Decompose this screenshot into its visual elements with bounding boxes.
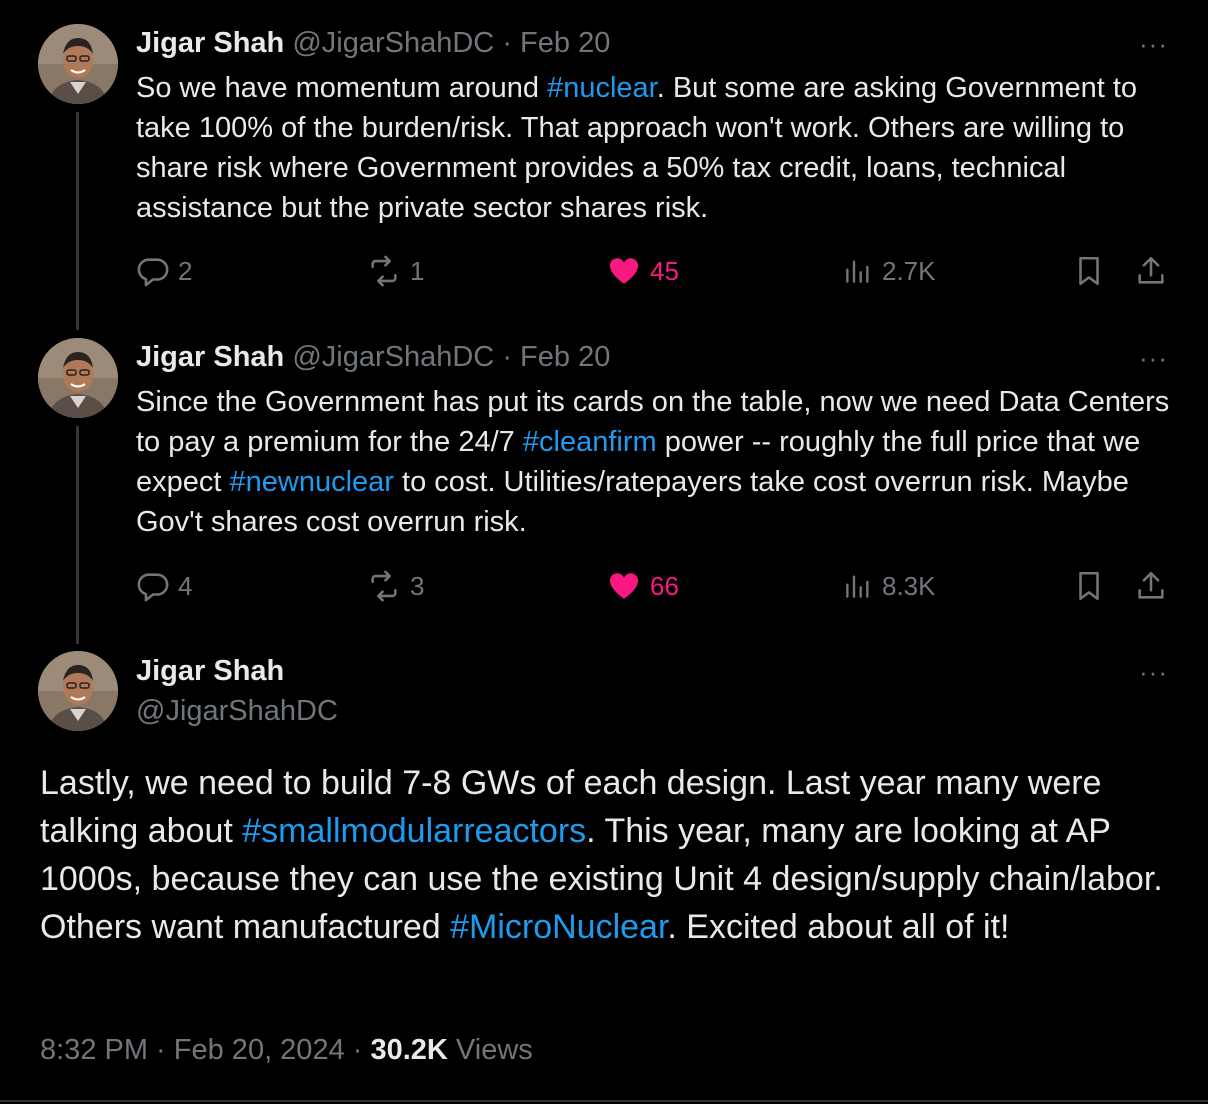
like-button[interactable]: 66 <box>606 566 679 606</box>
display-name[interactable]: Jigar Shah <box>136 341 284 373</box>
separator: · <box>494 27 521 59</box>
avatar[interactable] <box>38 338 118 418</box>
action-bar: 4 3 66 8.3K <box>136 566 1176 606</box>
hashtag-link[interactable]: #MicroNuclear <box>450 908 667 946</box>
reply-icon <box>137 573 169 602</box>
heart-icon <box>609 258 639 284</box>
views-count: 30.2K <box>370 1034 448 1066</box>
repost-icon <box>371 255 397 287</box>
more-icon[interactable]: ··· <box>1139 659 1168 685</box>
tweet-text: Lastly, we need to build 7-8 GWs of each… <box>40 759 1180 951</box>
more-icon[interactable]: ··· <box>1139 345 1168 371</box>
repost-count: 3 <box>410 570 425 601</box>
bookmark-icon <box>1079 571 1099 601</box>
views-count: 2.7K <box>882 255 936 286</box>
avatar[interactable] <box>38 651 118 731</box>
handle[interactable]: @JigarShahDC <box>292 27 494 59</box>
display-name[interactable]: Jigar Shah <box>136 27 284 59</box>
share-icon <box>1138 256 1164 284</box>
views-count: 8.3K <box>882 570 936 601</box>
views-button[interactable]: 8.3K <box>842 566 936 606</box>
separator: · <box>344 1034 371 1066</box>
reply-button[interactable]: 2 <box>136 251 192 291</box>
divider <box>0 1100 1208 1102</box>
hashtag-link[interactable]: #nuclear <box>547 72 657 104</box>
views-label: Views <box>447 1034 533 1066</box>
display-name-text: Jigar Shah <box>136 655 285 687</box>
heart-icon <box>609 573 639 599</box>
bookmark-button[interactable] <box>1072 566 1114 606</box>
views-icon <box>846 260 869 283</box>
like-count: 45 <box>650 255 679 286</box>
tweet-text: Since the Government has put its cards o… <box>136 382 1176 542</box>
bookmark-button[interactable] <box>1072 251 1114 291</box>
display-name[interactable]: Jigar Shah <box>136 654 284 688</box>
avatar[interactable] <box>38 24 118 104</box>
tweet-meta: 8:32 PM · Feb 20, 2024 · 30.2K Views <box>40 1034 533 1067</box>
hashtag-link[interactable]: #newnuclear <box>230 466 394 498</box>
share-button[interactable] <box>1134 566 1176 606</box>
tweet-date[interactable]: Feb 20, 2024 <box>174 1034 345 1066</box>
tweet-header: Jigar Shah @JigarShahDC · Feb 20 <box>136 340 610 374</box>
repost-button[interactable]: 1 <box>366 251 424 291</box>
thread-line <box>76 426 79 644</box>
separator: · <box>148 1034 174 1066</box>
action-bar: 2 1 45 2.7K <box>136 251 1176 291</box>
views-icon <box>846 575 869 598</box>
handle[interactable]: @JigarShahDC <box>292 341 494 373</box>
tweet-time[interactable]: 8:32 PM <box>40 1034 148 1066</box>
more-icon[interactable]: ··· <box>1139 31 1168 57</box>
thread-line <box>76 112 79 330</box>
separator: · <box>494 341 521 373</box>
text-segment: So we have momentum around <box>136 72 548 104</box>
reply-button[interactable]: 4 <box>136 566 192 606</box>
tweet-header: Jigar Shah @JigarShahDC · Feb 20 <box>136 26 610 60</box>
tweet-date[interactable]: Feb 20 <box>520 27 610 59</box>
repost-icon <box>371 570 397 602</box>
handle[interactable]: @JigarShahDC <box>136 694 338 728</box>
share-icon <box>1138 571 1164 599</box>
share-button[interactable] <box>1134 251 1176 291</box>
repost-count: 1 <box>410 255 425 286</box>
bookmark-icon <box>1079 256 1099 286</box>
like-count: 66 <box>650 570 679 601</box>
hashtag-link[interactable]: #smallmodularreactors <box>242 812 586 850</box>
reply-count: 2 <box>178 255 193 286</box>
tweet-text: So we have momentum around #nuclear. But… <box>136 68 1176 228</box>
reply-count: 4 <box>178 570 193 601</box>
repost-button[interactable]: 3 <box>366 566 424 606</box>
tweet-date[interactable]: Feb 20 <box>520 341 610 373</box>
reply-icon <box>137 258 169 287</box>
hashtag-link[interactable]: #cleanfirm <box>523 426 657 458</box>
views-button[interactable]: 2.7K <box>842 251 936 291</box>
like-button[interactable]: 45 <box>606 251 679 291</box>
text-segment: . Excited about all of it! <box>667 908 1010 946</box>
